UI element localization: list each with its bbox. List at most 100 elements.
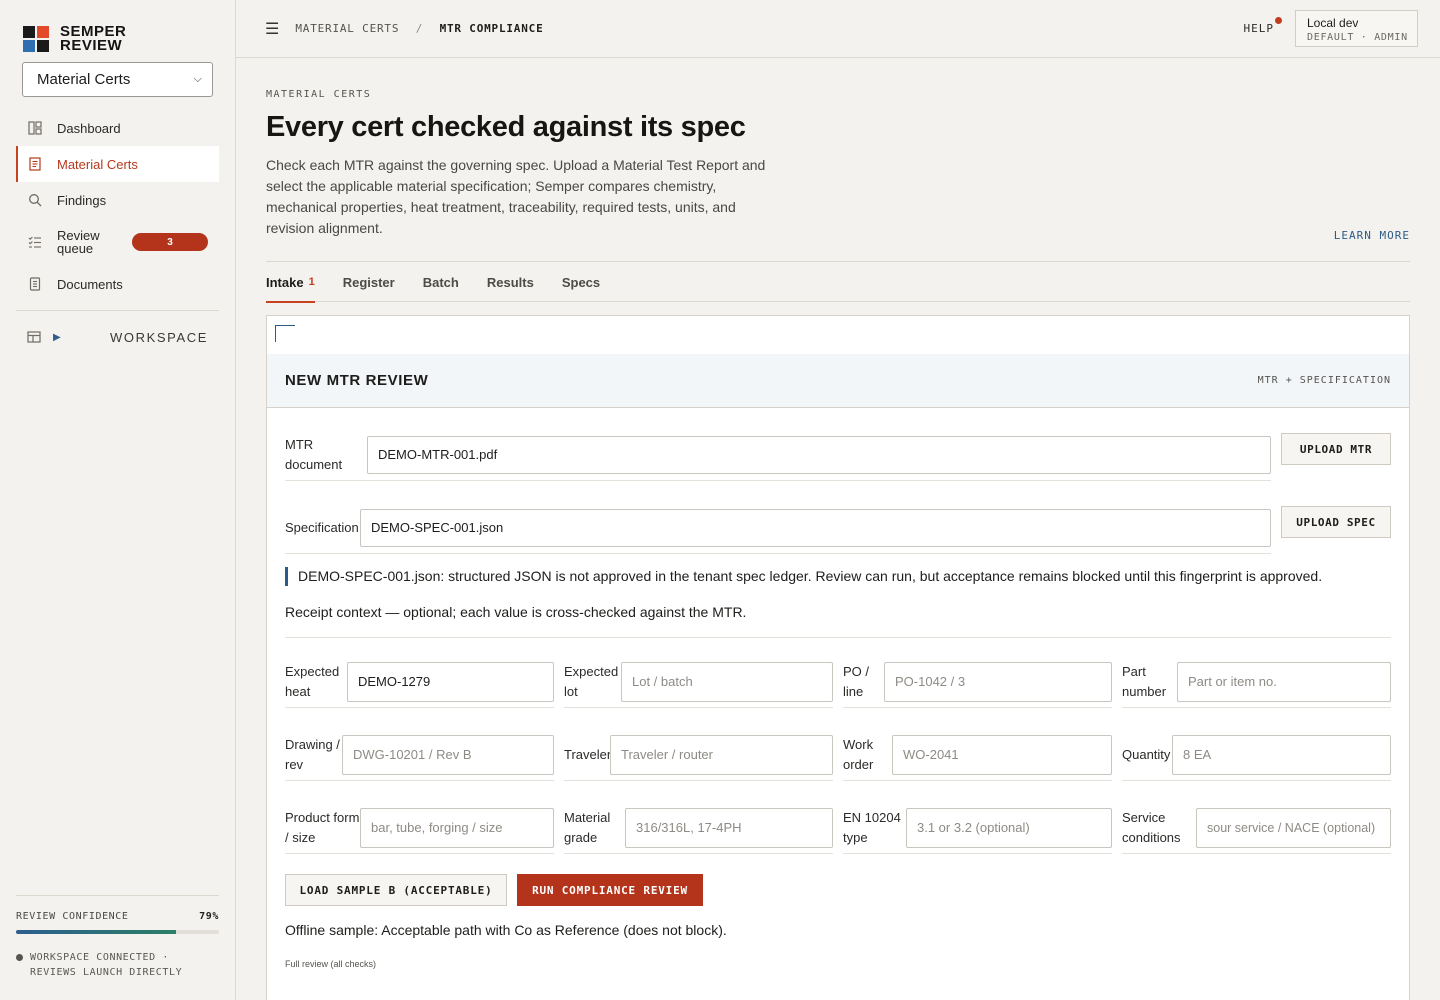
top-bar: ☰ MATERIAL CERTS / MTR COMPLIANCE HELP L… (236, 0, 1440, 58)
panel-subtitle: MTR + SPECIFICATION (1257, 375, 1391, 386)
spec-approval-warning: DEMO-SPEC-001.json: structured JSON is n… (285, 567, 1322, 586)
brand-logo[interactable]: SEMPER REVIEW (23, 23, 127, 54)
nav-divider (16, 310, 219, 311)
page-eyebrow: MATERIAL CERTS (266, 89, 372, 100)
workspace-select[interactable]: Material Certs ⌵ (22, 62, 213, 97)
status-dot-icon (16, 954, 23, 961)
tab-label: Batch (422, 274, 459, 290)
expected-heat-input[interactable]: DEMO-1279 (347, 661, 554, 702)
drawing-rev-input[interactable]: DWG-10201 / Rev B (342, 734, 554, 775)
product-form-size-field: Product form / size bar, tube, forging /… (285, 802, 554, 854)
sidebar-item-review-queue[interactable]: Review queue 3 (16, 218, 219, 266)
service-conditions-field: Service conditions sour service / NACE (… (1122, 802, 1391, 854)
brand-name: SEMPER REVIEW (60, 23, 127, 54)
mtr-document-row: MTR document DEMO-MTR-001.pdf (285, 429, 1271, 481)
search-icon (27, 192, 43, 208)
field-placeholder: sour service / NACE (optional) (1207, 820, 1376, 835)
field-label: Expected lot (564, 663, 619, 699)
breadcrumb-separator: / (415, 22, 424, 35)
field-placeholder: Part or item no. (1188, 674, 1277, 689)
quantity-field: Quantity 8 EA (1122, 729, 1391, 781)
specification-field[interactable]: DEMO-SPEC-001.json (360, 508, 1271, 547)
workspace-icon (27, 330, 41, 344)
corner-bracket-icon (275, 325, 295, 342)
field-label: Quantity (1122, 746, 1171, 762)
sidebar-item-label: Dashboard (57, 120, 121, 136)
dashboard-icon (27, 120, 43, 136)
main-content: MATERIAL CERTS Every cert checked agains… (266, 58, 1410, 303)
review-confidence-label: REVIEW CONFIDENCE (16, 911, 129, 922)
load-sample-button[interactable]: LOAD SAMPLE B (ACCEPTABLE) (285, 874, 507, 906)
field-placeholder: 3.1 or 3.2 (optional) (917, 820, 1030, 835)
upload-mtr-button[interactable]: UPLOAD MTR (1281, 433, 1391, 465)
sidebar-item-findings[interactable]: Findings (16, 182, 219, 218)
tab-label: Specs (561, 274, 601, 290)
menu-icon[interactable]: ☰ (265, 19, 279, 39)
review-confidence: REVIEW CONFIDENCE 79% WORKSPACE CONNECTE… (16, 895, 219, 980)
drawing-rev-field: Drawing / rev DWG-10201 / Rev B (285, 729, 554, 781)
sidebar-item-label: Material Certs (57, 156, 138, 172)
mtr-document-field[interactable]: DEMO-MTR-001.pdf (367, 435, 1271, 474)
sidebar-nav: Dashboard Material Certs Findings Review… (16, 110, 219, 357)
upload-spec-button[interactable]: UPLOAD SPEC (1281, 506, 1391, 538)
expected-lot-input[interactable]: Lot / batch (621, 661, 833, 702)
field-placeholder: DWG-10201 / Rev B (353, 747, 472, 762)
page-description: Check each MTR against the governing spe… (266, 157, 766, 236)
field-label: Expected heat (285, 663, 340, 699)
sidebar-item-material-certs[interactable]: Material Certs (16, 146, 219, 182)
tab-label: Intake (266, 274, 304, 290)
field-placeholder: 316/316L, 17-4PH (636, 820, 742, 835)
work-order-field: Work order WO-2041 (843, 729, 1112, 781)
en10204-type-input[interactable]: 3.1 or 3.2 (optional) (906, 807, 1112, 848)
mtr-document-value: DEMO-MTR-001.pdf (378, 447, 498, 462)
field-label: Material grade (564, 809, 611, 845)
work-order-input[interactable]: WO-2041 (892, 734, 1112, 775)
tab-specs[interactable]: Specs (562, 262, 600, 302)
sidebar-item-label: Findings (57, 192, 107, 208)
product-form-size-input[interactable]: bar, tube, forging / size (360, 807, 554, 848)
review-confidence-value: 79% (199, 911, 219, 922)
breadcrumb: MATERIAL CERTS / MTR COMPLIANCE (295, 22, 543, 35)
traveler-input[interactable]: Traveler / router (610, 734, 833, 775)
field-label: Product form / size (285, 809, 360, 845)
full-review-label: Full review (all checks) (285, 959, 377, 969)
workspace-section-toggle[interactable]: ▶ WORKSPACE (16, 317, 219, 357)
page-title: Every cert checked against its spec (266, 111, 746, 143)
part-number-input[interactable]: Part or item no. (1177, 661, 1391, 702)
workspace-select-value: Material Certs (37, 71, 131, 88)
run-compliance-review-button[interactable]: RUN COMPLIANCE REVIEW (517, 874, 703, 906)
quantity-input[interactable]: 8 EA (1172, 734, 1391, 775)
file-icon (27, 276, 43, 292)
review-confidence-fill (16, 930, 177, 934)
help-link[interactable]: HELP (1243, 17, 1282, 35)
sidebar-item-label: Review queue (57, 228, 100, 256)
learn-more-link[interactable]: LEARN MORE (1334, 229, 1410, 242)
tab-batch[interactable]: Batch (423, 262, 459, 302)
mtr-document-label: MTR document (285, 436, 343, 472)
service-conditions-input[interactable]: sour service / NACE (optional) (1196, 807, 1391, 848)
field-placeholder: Lot / batch (632, 674, 693, 689)
material-grade-input[interactable]: 316/316L, 17-4PH (625, 807, 833, 848)
tab-intake[interactable]: Intake 1 (266, 262, 315, 303)
sidebar: SEMPER REVIEW Material Certs ⌵ Dashboard … (0, 0, 236, 1000)
po-line-input[interactable]: PO-1042 / 3 (884, 661, 1112, 702)
offline-sample-note: Offline sample: Acceptable path with Co … (285, 922, 727, 938)
tab-results[interactable]: Results (487, 262, 534, 302)
field-label: Work order (843, 736, 874, 772)
field-placeholder: Traveler / router (621, 747, 713, 762)
help-label: HELP (1243, 22, 1274, 35)
workspace-status: WORKSPACE CONNECTED · REVIEWS LAUNCH DIR… (16, 950, 219, 980)
field-label: Drawing / rev (285, 736, 340, 772)
environment-switcher[interactable]: Local dev DEFAULT · ADMIN (1295, 10, 1418, 47)
tab-count-badge: 1 (308, 276, 315, 288)
sidebar-item-dashboard[interactable]: Dashboard (16, 110, 219, 146)
review-queue-badge: 3 (132, 233, 208, 251)
sidebar-item-documents[interactable]: Documents (16, 266, 219, 302)
material-grade-field: Material grade 316/316L, 17-4PH (564, 802, 833, 854)
play-icon: ▶ (53, 331, 61, 343)
field-placeholder: bar, tube, forging / size (371, 820, 503, 835)
field-placeholder: PO-1042 / 3 (895, 674, 966, 689)
tab-register[interactable]: Register (343, 262, 395, 302)
divider (285, 637, 1391, 638)
breadcrumb-material-certs[interactable]: MATERIAL CERTS (295, 22, 399, 35)
